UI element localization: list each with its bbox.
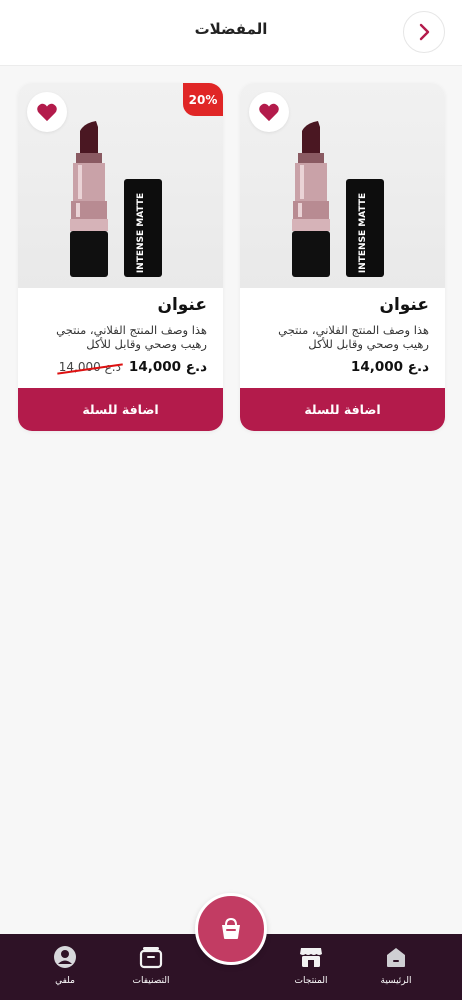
product-title: عنوان <box>379 295 429 315</box>
nav-label-products: المنتجات <box>294 976 328 986</box>
price-row: 14,000 د.ع 14,000 د.ع <box>59 357 207 377</box>
chevron-right-icon <box>419 23 430 41</box>
product-description: هذا وصف المنتج الفلاني، منتجي رهيب وصحي … <box>56 323 207 351</box>
product-price: 14,000 د.ع <box>350 359 429 375</box>
nav-item-profile[interactable]: ملفي <box>30 944 100 986</box>
nav-item-categories[interactable]: التصنيفات <box>116 944 186 986</box>
product-card[interactable]: INTENSE MATTE عنوان هذا وصف المنتج الفلا… <box>240 83 445 431</box>
store-icon <box>300 948 322 967</box>
basket-button[interactable] <box>195 893 267 965</box>
heart-icon <box>259 103 279 122</box>
profile-icon <box>54 946 76 968</box>
old-price: 14,000 د.ع <box>58 360 121 374</box>
back-button[interactable] <box>403 11 445 53</box>
product-card[interactable]: INTENSE MATTE 20% عنوان هذا وصف المنتج ا… <box>18 83 223 431</box>
product-image: INTENSE MATTE <box>240 83 445 288</box>
page-title: المفضلات <box>194 20 268 38</box>
svg-text:INTENSE MATTE: INTENSE MATTE <box>136 193 146 273</box>
basket-icon <box>222 917 240 939</box>
svg-text:INTENSE MATTE: INTENSE MATTE <box>358 193 368 273</box>
nav-item-products[interactable]: المنتجات <box>276 944 346 986</box>
nav-item-home[interactable]: الرئيسية <box>361 944 431 986</box>
heart-icon <box>37 103 57 122</box>
price-row: 14,000 د.ع <box>351 357 429 377</box>
home-icon <box>387 948 405 967</box>
categories-icon <box>139 947 163 969</box>
nav-label-home: الرئيسية <box>380 976 412 986</box>
product-image: INTENSE MATTE 20% <box>18 83 223 288</box>
nav-label-categories: التصنيفات <box>132 976 170 986</box>
add-to-cart-button[interactable]: اضافة للسلة <box>240 388 445 431</box>
product-description: هذا وصف المنتج الفلاني، منتجي رهيب وصحي … <box>278 323 429 351</box>
discount-badge: 20% <box>183 83 223 116</box>
nav-label-profile: ملفي <box>55 976 75 986</box>
add-to-cart-button[interactable]: اضافة للسلة <box>18 388 223 431</box>
favorite-button[interactable] <box>27 92 67 132</box>
product-price: 14,000 د.ع <box>128 359 207 375</box>
favorite-button[interactable] <box>249 92 289 132</box>
top-bar: المفضلات <box>0 0 462 66</box>
product-title: عنوان <box>157 295 207 315</box>
